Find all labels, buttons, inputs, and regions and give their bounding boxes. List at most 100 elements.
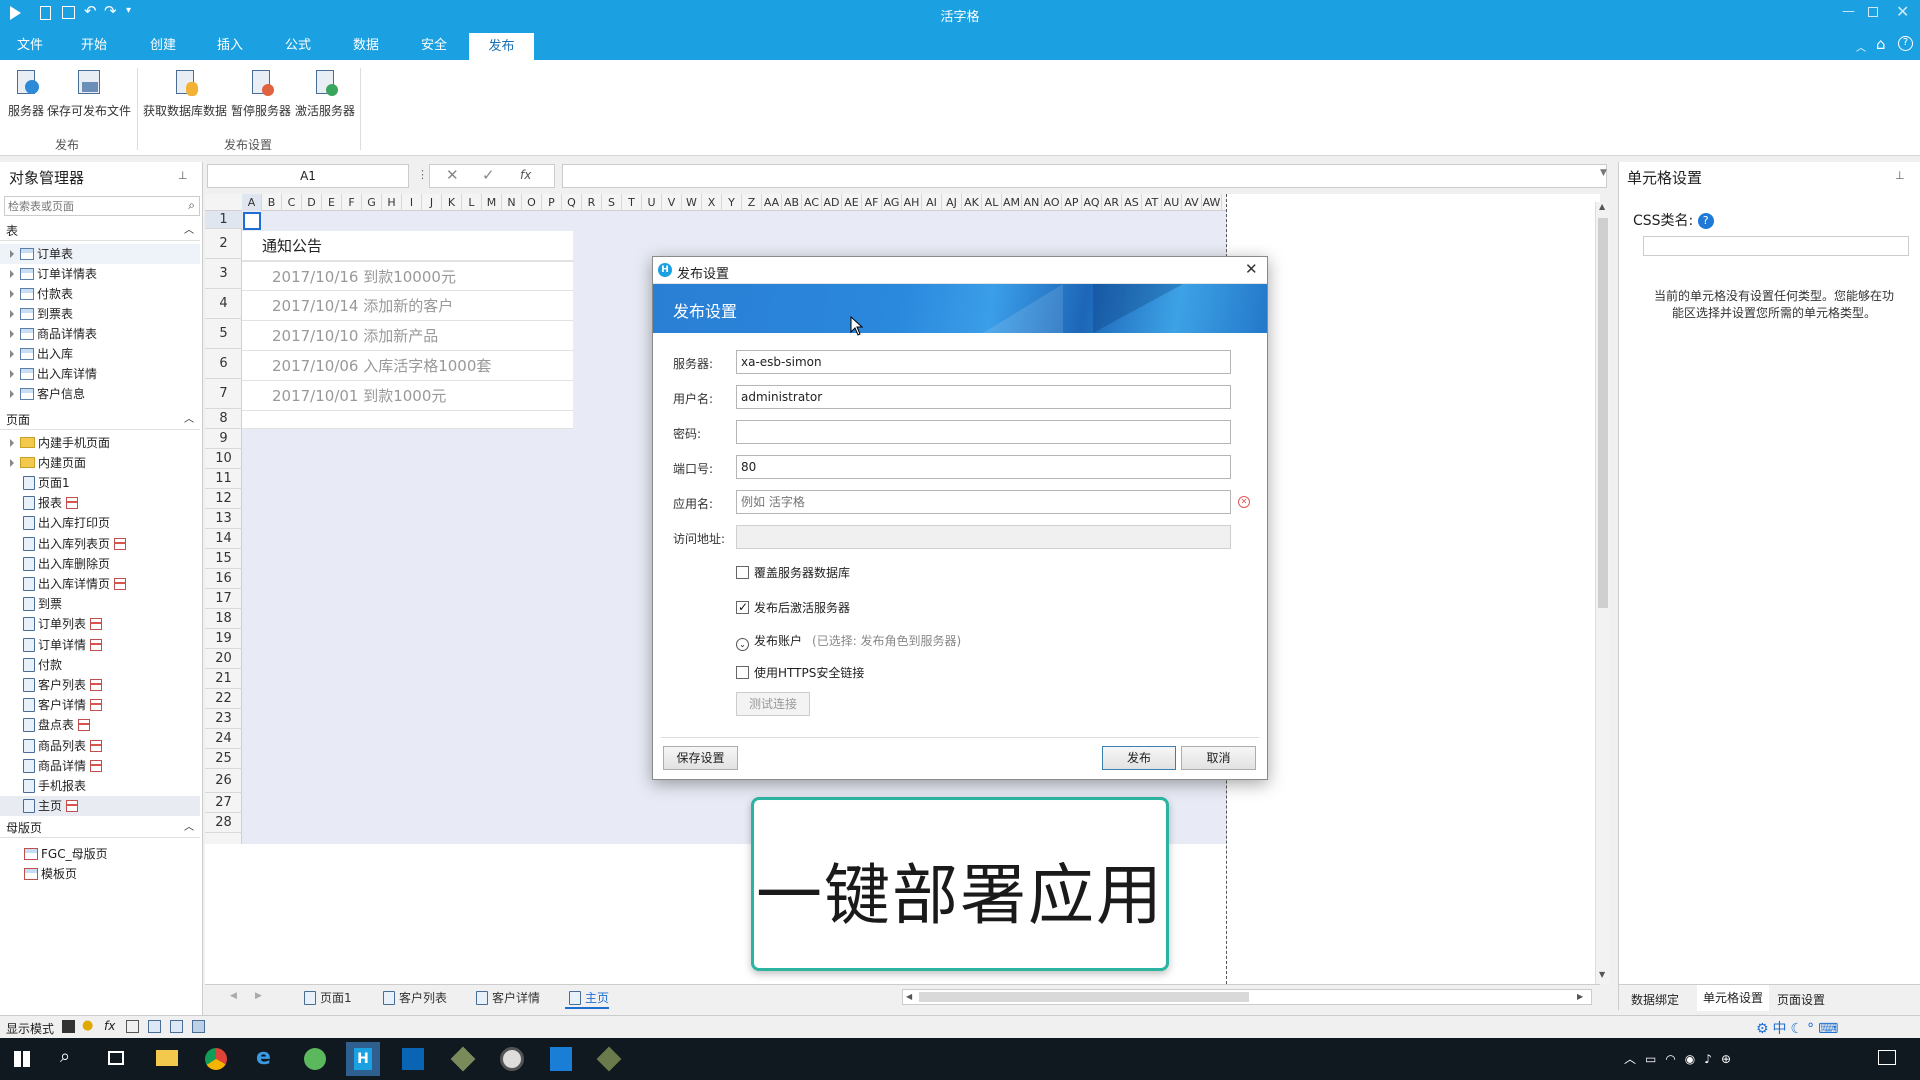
column-header[interactable]: AA (762, 194, 782, 211)
table-item[interactable]: 客户信息 (0, 384, 85, 404)
formula-input[interactable] (562, 164, 1607, 188)
row-header[interactable]: 10 (205, 449, 242, 469)
search-icon[interactable]: ⌕ (188, 198, 195, 213)
column-header[interactable]: AW (1202, 194, 1222, 211)
table-item[interactable]: 商品详情表 (0, 324, 97, 344)
notice-row[interactable]: 2017/10/10 添加新产品 (242, 321, 573, 351)
row-header[interactable]: 22 (205, 689, 242, 709)
grid-icon[interactable] (126, 1020, 139, 1033)
column-header[interactable]: X (702, 194, 722, 211)
row-header[interactable]: 6 (205, 349, 242, 379)
column-header[interactable]: AC (802, 194, 822, 211)
column-header[interactable]: D (302, 194, 322, 211)
tab-home[interactable]: 开始 (72, 27, 116, 60)
column-header[interactable]: AQ (1082, 194, 1102, 211)
page-item[interactable]: 商品列表 (0, 736, 103, 756)
h-scroll-thumb[interactable] (919, 992, 1249, 1002)
tab-page-settings[interactable]: 页面设置 (1777, 991, 1825, 1008)
row-header[interactable]: 17 (205, 589, 242, 609)
server-button[interactable]: 服务器 (6, 68, 46, 119)
checkbox-box[interactable] (736, 566, 749, 579)
tab-insert[interactable]: 插入 (208, 27, 252, 60)
table-view-icon[interactable] (170, 1020, 183, 1033)
confirm-formula-icon[interactable]: ✓ (482, 166, 495, 184)
folder-item[interactable]: 内建手机页面 (0, 433, 110, 453)
notice-row[interactable]: 2017/10/01 到款1000元 (242, 381, 573, 411)
page-item[interactable]: 主页 (0, 796, 200, 817)
column-header[interactable]: AM (1002, 194, 1022, 211)
folder-item[interactable]: 内建页面 (0, 453, 86, 473)
column-header[interactable]: AO (1042, 194, 1062, 211)
table-item[interactable]: 订单详情表 (0, 264, 97, 284)
row-header[interactable]: 23 (205, 709, 242, 729)
page-item[interactable]: 商品详情 (0, 756, 103, 776)
master-page-item[interactable]: FGC_母版页 (0, 844, 108, 864)
pause-server-button[interactable]: 暂停服务器 (228, 68, 294, 119)
save-settings-button[interactable]: 保存设置 (663, 746, 738, 770)
function-icon[interactable]: fx (104, 1019, 115, 1033)
column-header[interactable]: P (542, 194, 562, 211)
username-field[interactable]: administrator (736, 385, 1231, 409)
password-field[interactable] (736, 420, 1231, 444)
row-header[interactable]: 25 (205, 749, 242, 769)
column-header[interactable]: AU (1162, 194, 1182, 211)
page-item[interactable]: 页面1 (0, 473, 70, 493)
appname-field[interactable] (736, 490, 1231, 514)
list-view-icon[interactable] (192, 1020, 205, 1033)
edge-icon[interactable]: e (256, 1045, 271, 1070)
css-class-input[interactable] (1643, 236, 1909, 256)
column-header[interactable]: AS (1122, 194, 1142, 211)
page-item[interactable]: 客户列表 (0, 675, 103, 695)
column-header[interactable]: H (382, 194, 402, 211)
column-header[interactable]: AD (822, 194, 842, 211)
scroll-right-icon[interactable]: ▶ (1577, 992, 1583, 1001)
publish-button[interactable]: 发布 (1102, 746, 1176, 770)
page-item[interactable]: 订单列表 (0, 614, 103, 634)
column-header[interactable]: Q (562, 194, 582, 211)
master-page-item[interactable]: 模板页 (0, 864, 77, 884)
column-header[interactable]: AT (1142, 194, 1162, 211)
app-circle-icon[interactable] (500, 1047, 524, 1071)
column-header[interactable]: N (502, 194, 522, 211)
ime-toolbar-icon[interactable]: ⚙中☾°⌨ (1756, 1018, 1842, 1038)
column-header[interactable]: AB (782, 194, 802, 211)
column-header[interactable]: E (322, 194, 342, 211)
column-header[interactable]: AN (1022, 194, 1042, 211)
notice-row[interactable]: 2017/10/06 入库活字格1000套 (242, 351, 573, 381)
sheet-tab-page1[interactable]: 页面1 (300, 985, 352, 1011)
row-header[interactable]: 12 (205, 489, 242, 509)
get-db-data-button[interactable]: 获取数据库数据 (142, 68, 228, 119)
row-header[interactable]: 24 (205, 729, 242, 749)
page-item[interactable]: 手机报表 (0, 776, 86, 796)
column-header[interactable]: AR (1102, 194, 1122, 211)
sheet-tab-home[interactable]: 主页 (565, 985, 610, 1009)
help-icon[interactable]: ? (1697, 213, 1714, 229)
column-header[interactable]: L (462, 194, 482, 211)
outlook-icon[interactable] (402, 1048, 424, 1070)
tab-publish[interactable]: 发布 (469, 33, 534, 60)
table-item[interactable]: 订单表 (0, 244, 200, 264)
page-item[interactable]: 出入库列表页 (0, 534, 127, 554)
publish-account-expander[interactable]: ⌄ 发布账户 (已选择: 发布角色到服务器) (736, 633, 961, 651)
tab-cell-settings[interactable]: 单元格设置 (1697, 985, 1770, 1011)
server-field[interactable]: xa-esb-simon (736, 350, 1231, 374)
home-icon[interactable]: ⌂ (1876, 35, 1886, 53)
row-header[interactable]: 8 (205, 409, 242, 429)
prev-sheet-icon[interactable]: ◀ (230, 991, 237, 1001)
checkbox-box[interactable] (736, 666, 749, 679)
column-header[interactable]: AP (1062, 194, 1082, 211)
expand-formula-icon[interactable]: ▼ (1600, 168, 1607, 178)
column-header[interactable]: AE (842, 194, 862, 211)
column-header[interactable]: V (662, 194, 682, 211)
column-header[interactable]: J (422, 194, 442, 211)
row-header[interactable]: 20 (205, 649, 242, 669)
row-header[interactable]: 11 (205, 469, 242, 489)
column-header[interactable]: AI (922, 194, 942, 211)
huozige-icon[interactable]: H (346, 1042, 380, 1076)
section-pages[interactable]: 页面 ︿ (0, 410, 200, 430)
https-checkbox[interactable]: 使用HTTPS安全链接 (736, 665, 864, 681)
column-header[interactable]: S (602, 194, 622, 211)
row-header[interactable]: 14 (205, 529, 242, 549)
layout-icon[interactable] (148, 1020, 161, 1033)
column-header[interactable]: T (622, 194, 642, 211)
